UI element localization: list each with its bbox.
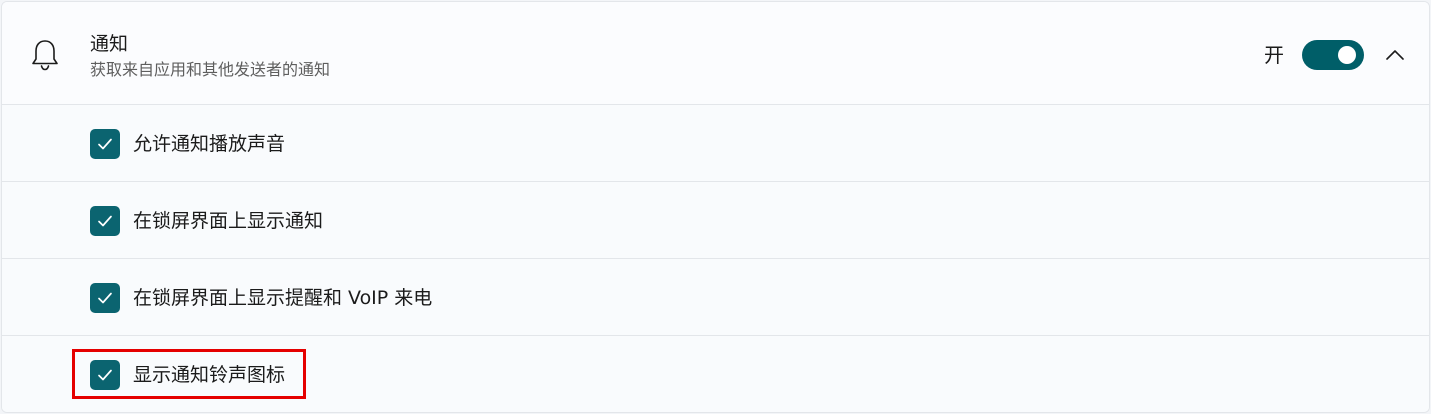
reminders-voip-label: 在锁屏界面上显示提醒和 VoIP 来电 [133, 287, 433, 309]
checkmark-icon [98, 292, 112, 304]
option-row-allow-sound: 允许通知播放声音 [2, 104, 1429, 181]
option-row-bell-icon: 显示通知铃声图标 [2, 335, 1429, 412]
chevron-up-icon[interactable] [1384, 45, 1406, 65]
reminders-voip-checkbox[interactable] [90, 283, 120, 313]
toggle-knob [1338, 46, 1356, 64]
show-on-lock-screen-checkbox[interactable] [90, 206, 120, 236]
checkmark-icon [98, 215, 112, 227]
show-bell-icon-checkbox[interactable] [90, 360, 120, 390]
notifications-header[interactable]: 通知 获取来自应用和其他发送者的通知 开 [2, 2, 1429, 104]
option-row-reminders-voip: 在锁屏界面上显示提醒和 VoIP 来电 [2, 258, 1429, 335]
toggle-state-label: 开 [1264, 43, 1284, 67]
notifications-title: 通知 [90, 33, 129, 55]
notifications-subtitle: 获取来自应用和其他发送者的通知 [90, 60, 331, 79]
checkmark-icon [98, 138, 112, 150]
option-row-show-on-lock-screen: 在锁屏界面上显示通知 [2, 181, 1429, 258]
show-on-lock-screen-label: 在锁屏界面上显示通知 [133, 210, 324, 232]
checkmark-icon [98, 369, 112, 381]
notifications-toggle[interactable] [1302, 40, 1364, 70]
allow-sound-checkbox[interactable] [90, 129, 120, 159]
notifications-settings-card: 通知 获取来自应用和其他发送者的通知 开 允许通知播放声音 在锁屏界面上显示通知 [1, 1, 1430, 413]
show-bell-icon-label: 显示通知铃声图标 [133, 364, 286, 386]
allow-sound-label: 允许通知播放声音 [133, 133, 286, 155]
bell-icon [30, 38, 60, 72]
